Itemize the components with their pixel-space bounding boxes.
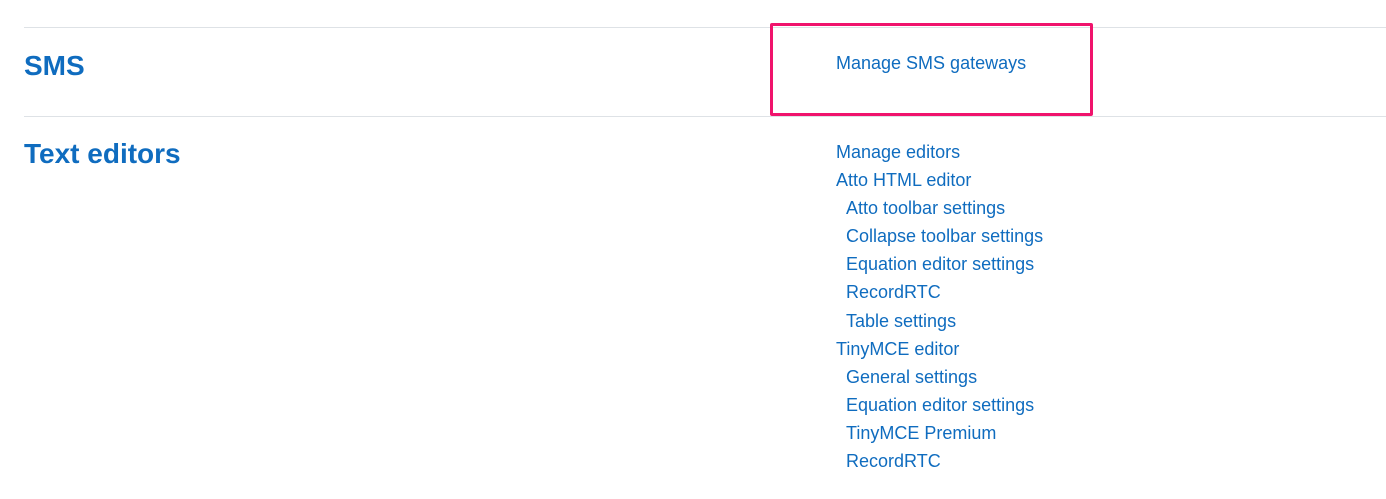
list-item: Atto HTML editor bbox=[836, 166, 1043, 194]
link-general-settings[interactable]: General settings bbox=[846, 367, 977, 387]
link-tinymce-recordrtc[interactable]: RecordRTC bbox=[846, 451, 941, 471]
list-item: Atto toolbar settings bbox=[836, 194, 1043, 222]
link-atto-toolbar-settings[interactable]: Atto toolbar settings bbox=[846, 198, 1005, 218]
section-title-sms[interactable]: SMS bbox=[24, 49, 85, 83]
list-item: TinyMCE Premium bbox=[836, 419, 1043, 447]
list-item: Table settings bbox=[836, 307, 1043, 335]
link-collapse-toolbar-settings[interactable]: Collapse toolbar settings bbox=[846, 226, 1043, 246]
link-atto-recordrtc[interactable]: RecordRTC bbox=[846, 282, 941, 302]
list-item: Equation editor settings bbox=[836, 391, 1043, 419]
section-sms: SMS Manage SMS gateways bbox=[24, 27, 1386, 117]
list-item: General settings bbox=[836, 363, 1043, 391]
link-manage-editors[interactable]: Manage editors bbox=[836, 142, 960, 162]
list-item: Collapse toolbar settings bbox=[836, 222, 1043, 250]
list-item: Manage SMS gateways bbox=[836, 49, 1026, 77]
link-tinymce-equation-editor-settings[interactable]: Equation editor settings bbox=[846, 395, 1034, 415]
link-table-settings[interactable]: Table settings bbox=[846, 311, 956, 331]
list-item: TinyMCE editor bbox=[836, 335, 1043, 363]
link-atto-html-editor[interactable]: Atto HTML editor bbox=[836, 170, 971, 190]
link-tinymce-premium[interactable]: TinyMCE Premium bbox=[846, 423, 996, 443]
list-item: Equation editor settings bbox=[836, 250, 1043, 278]
section-title-text-editors[interactable]: Text editors bbox=[24, 137, 181, 171]
section-text-editors: Text editors Manage editors Atto HTML ed… bbox=[24, 116, 1386, 499]
link-manage-sms-gateways[interactable]: Manage SMS gateways bbox=[836, 53, 1026, 73]
sms-link-list: Manage SMS gateways bbox=[836, 49, 1026, 77]
list-item: Manage editors bbox=[836, 138, 1043, 166]
link-tinymce-editor[interactable]: TinyMCE editor bbox=[836, 339, 959, 359]
list-item: RecordRTC bbox=[836, 278, 1043, 306]
link-atto-equation-editor-settings[interactable]: Equation editor settings bbox=[846, 254, 1034, 274]
list-item: RecordRTC bbox=[836, 447, 1043, 475]
text-editors-link-list: Manage editors Atto HTML editor Atto too… bbox=[836, 138, 1043, 475]
admin-settings-page: SMS Manage SMS gateways Text editors Man… bbox=[0, 0, 1386, 499]
